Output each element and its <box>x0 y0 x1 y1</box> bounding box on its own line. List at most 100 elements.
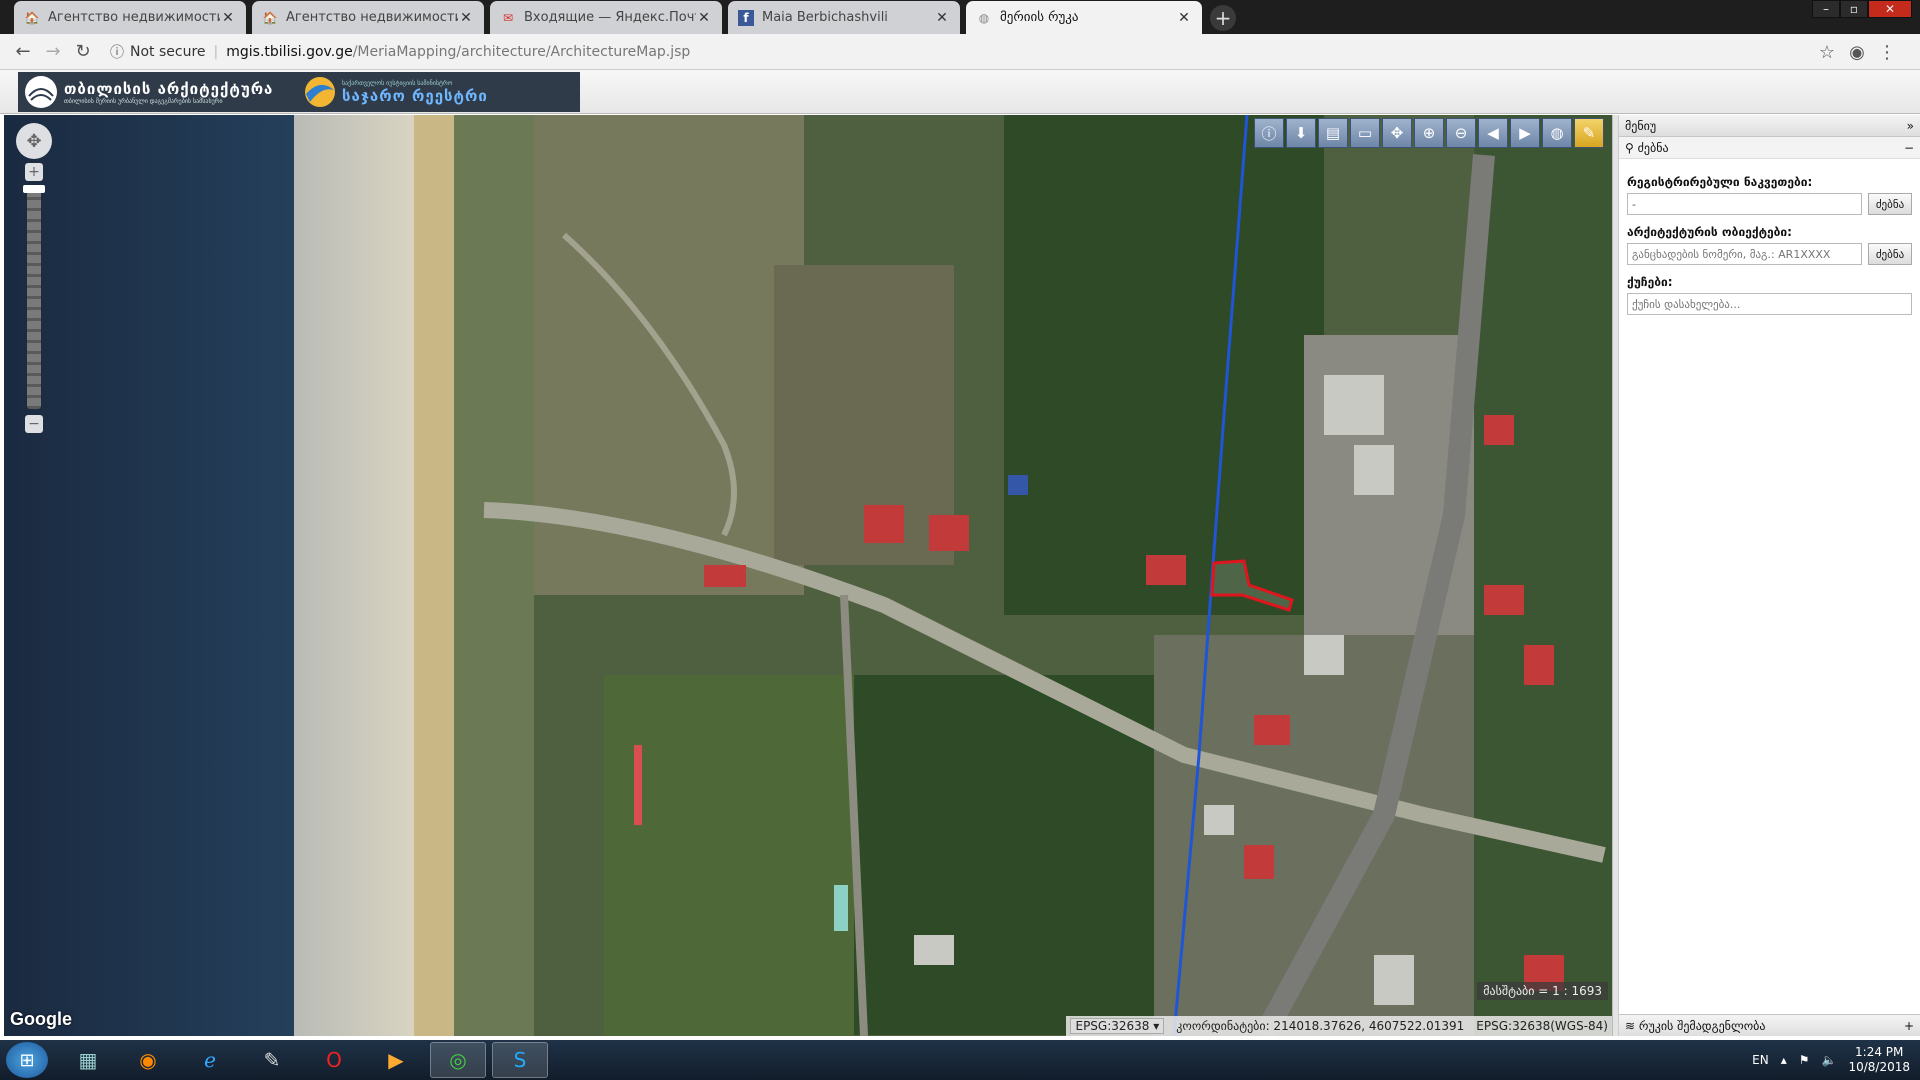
forward-icon[interactable]: → <box>38 41 68 62</box>
search-section-header[interactable]: ⚲ ძებნა − <box>1619 137 1920 159</box>
clock[interactable]: 1:24 PM 10/8/2018 <box>1848 1045 1910 1075</box>
expand-section-icon[interactable]: + <box>1904 1019 1914 1033</box>
search-parcels-button[interactable]: ძებნა <box>1868 193 1912 215</box>
security-label: Not secure <box>130 44 206 60</box>
print-icon[interactable]: ▤ <box>1318 118 1348 148</box>
browser-tab[interactable]: 🏠 Агентство недвижимости Batum ✕ <box>252 1 484 34</box>
close-window-icon[interactable]: ✕ <box>1868 0 1912 18</box>
tbilisi-architecture-logo[interactable]: თბილისის არქიტექტურა თბილისის მერიის ურბ… <box>18 72 298 112</box>
bookmark-star-icon[interactable]: ☆ <box>1812 42 1842 63</box>
browser-tab[interactable]: f Maia Berbichashvili ✕ <box>728 1 960 34</box>
map-layers-section-header[interactable]: ≋ რუკის შემადგენლობა + <box>1619 1014 1920 1036</box>
search-section-title: ძებნა <box>1637 140 1669 155</box>
zoom-out-icon[interactable]: ⊖ <box>1446 118 1476 148</box>
collapse-panel-icon[interactable]: » <box>1907 119 1914 133</box>
zoom-slider[interactable] <box>27 189 41 409</box>
facebook-favicon: f <box>738 9 754 26</box>
maximize-icon[interactable]: ▫ <box>1840 0 1868 18</box>
draw-icon[interactable]: ✎ <box>1574 118 1604 148</box>
browser-tab[interactable]: 🏠 Агентство недвижимости Batum ✕ <box>14 1 246 34</box>
streets-input[interactable] <box>1627 293 1912 315</box>
language-indicator[interactable]: EN <box>1752 1053 1769 1067</box>
panel-header: მენიუ » <box>1619 115 1920 137</box>
info-icon[interactable]: ⓘ <box>110 42 124 62</box>
paint-icon[interactable]: ✎ <box>244 1042 300 1078</box>
coordinates-crs: EPSG:32638(WGS-84) <box>1476 1019 1608 1033</box>
search-form: რეგისტრირებული ნაკვეთები: ძებნა არქიტექტ… <box>1619 159 1920 321</box>
zoom-in-icon[interactable]: ⊕ <box>1414 118 1444 148</box>
globe-favicon: ◍ <box>978 10 990 25</box>
menu-icon[interactable]: ⋮ <box>1872 42 1902 63</box>
skype-icon[interactable]: S <box>492 1042 548 1078</box>
full-extent-icon[interactable]: ◍ <box>1542 118 1572 148</box>
search-objects-button[interactable]: ძებნა <box>1868 243 1912 265</box>
file-manager-icon[interactable]: ▦ <box>60 1042 116 1078</box>
zoom-out-button[interactable]: − <box>25 415 43 433</box>
windows-taskbar: ⊞ ▦ ◉ ℯ ✎ O ▶ ◎ S EN ▴ ⚑ 🔈 1:24 PM 10/8/… <box>0 1040 1920 1080</box>
measure-icon[interactable]: ▭ <box>1350 118 1380 148</box>
media-player-icon[interactable]: ▶ <box>368 1042 424 1078</box>
close-icon[interactable]: ✕ <box>1176 10 1192 26</box>
map-toolbar: ⓘ ⬇ ▤ ▭ ✥ ⊕ ⊖ ◀ ▶ ◍ ✎ <box>1254 118 1606 148</box>
architecture-objects-label: არქიტექტურის ობიექტები: <box>1627 225 1792 239</box>
back-icon[interactable]: ← <box>8 41 38 62</box>
logo-title: თბილისის არქიტექტურა <box>64 79 274 98</box>
ie-icon[interactable]: ℯ <box>182 1042 238 1078</box>
zoom-prev-icon[interactable]: ◀ <box>1478 118 1508 148</box>
clock-time: 1:24 PM <box>1855 1045 1904 1059</box>
close-icon[interactable]: ✕ <box>696 10 712 26</box>
close-icon[interactable]: ✕ <box>458 10 474 26</box>
separator: | <box>213 44 219 60</box>
zoom-slider-handle[interactable] <box>23 185 45 193</box>
pan-icon[interactable]: ✥ <box>1382 118 1412 148</box>
minimize-section-icon[interactable]: − <box>1904 141 1914 155</box>
registry-title: საჯარო რეესტრი <box>342 86 488 105</box>
info-icon[interactable]: ⓘ <box>1254 118 1284 148</box>
tab-title: Агентство недвижимости Batum <box>48 10 220 25</box>
registry-emblem-icon <box>298 72 342 112</box>
city-emblem-icon <box>18 72 64 112</box>
window-controls: – ▫ ✕ <box>1812 0 1912 18</box>
map-viewport[interactable]: ✥ + − ⓘ ⬇ ▤ ▭ ✥ ⊕ ⊖ ◀ ▶ ◍ ✎ Google მასშტ… <box>4 115 1612 1036</box>
address-bar[interactable]: ⓘ Not secure | mgis.tbilisi.gov.ge/Meria… <box>110 39 1790 65</box>
action-center-icon[interactable]: ⚑ <box>1799 1053 1810 1067</box>
tab-title: მერიის რუკა <box>1000 10 1079 25</box>
side-panel: მენიუ » ⚲ ძებნა − რეგისტრირებული ნაკვეთე… <box>1618 115 1920 1036</box>
site-favicon: 🏠 <box>262 10 278 25</box>
logo-subtitle: თბილისის მერიის ურბანული დაგეგმარების სა… <box>64 97 223 105</box>
tab-title: Maia Berbichashvili <box>762 10 888 25</box>
browser-tab-active[interactable]: ◍ მერიის რუკა ✕ <box>966 1 1202 34</box>
coordinate-bar: EPSG:32638 ▾ კოორდინატები: 214018.37626,… <box>1066 1016 1612 1036</box>
minimize-icon[interactable]: – <box>1812 0 1840 18</box>
close-icon[interactable]: ✕ <box>220 10 236 26</box>
public-registry-logo[interactable]: საქართველოს იუსტიციის სამინისტრო საჯარო … <box>298 72 580 112</box>
opera-icon[interactable]: O <box>306 1042 362 1078</box>
account-icon[interactable]: ◉ <box>1842 42 1872 63</box>
url-host: mgis.tbilisi.gov.ge <box>226 44 353 60</box>
architecture-objects-input[interactable] <box>1627 243 1862 265</box>
new-tab-button[interactable]: + <box>1210 5 1236 31</box>
tray-expand-icon[interactable]: ▴ <box>1781 1053 1787 1067</box>
zoom-control: ✥ + − <box>16 123 52 453</box>
chrome-icon[interactable]: ◎ <box>430 1042 486 1078</box>
firefox-icon[interactable]: ◉ <box>120 1042 176 1078</box>
pan-icon[interactable]: ✥ <box>16 123 52 159</box>
google-attribution: Google <box>10 1009 72 1029</box>
clock-date: 10/8/2018 <box>1848 1060 1910 1074</box>
mail-favicon: ✉ <box>502 10 514 25</box>
search-icon: ⚲ <box>1625 140 1634 155</box>
zoom-in-button[interactable]: + <box>25 163 43 181</box>
registered-parcels-input[interactable] <box>1627 193 1862 215</box>
start-button[interactable]: ⊞ <box>6 1042 48 1078</box>
close-icon[interactable]: ✕ <box>934 10 950 26</box>
reload-icon[interactable]: ↻ <box>68 41 98 62</box>
map-layers-title: რუკის შემადგენლობა <box>1638 1018 1766 1033</box>
download-icon[interactable]: ⬇ <box>1286 118 1316 148</box>
site-favicon: 🏠 <box>24 10 40 25</box>
layers-icon: ≋ <box>1625 1018 1636 1033</box>
crs-select[interactable]: EPSG:32638 ▾ <box>1070 1018 1165 1034</box>
zoom-next-icon[interactable]: ▶ <box>1510 118 1540 148</box>
tab-title: Входящие — Яндекс.Почта <box>524 10 696 25</box>
browser-tab[interactable]: ✉ Входящие — Яндекс.Почта ✕ <box>490 1 722 34</box>
volume-icon[interactable]: 🔈 <box>1822 1053 1837 1067</box>
